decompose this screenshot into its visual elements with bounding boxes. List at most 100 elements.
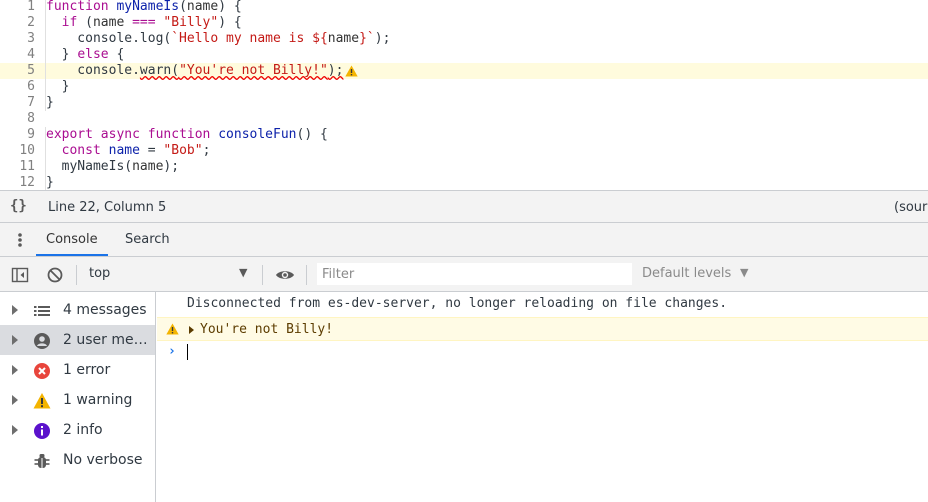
code-token: ); <box>374 31 391 46</box>
drawer-tab-bar: Console Search <box>0 223 928 257</box>
line-number[interactable]: 7 <box>0 95 35 111</box>
code-token: ); <box>327 63 344 78</box>
sidebar-item-user-messages[interactable]: 2 user mes… <box>0 325 155 355</box>
line-number[interactable]: 8 <box>0 111 35 127</box>
code-token: function <box>46 0 109 14</box>
source-map-info[interactable]: (sour <box>894 200 927 215</box>
code-text[interactable]: export async function consoleFun() { <box>45 127 328 143</box>
code-text[interactable]: } <box>45 95 54 111</box>
code-line[interactable]: 1 function myNameIs(name) { <box>0 0 928 15</box>
code-token: const <box>61 143 101 158</box>
message-text: Disconnected from es-dev-server, no long… <box>187 296 728 311</box>
code-token: === <box>132 15 156 30</box>
code-token: consoleFun <box>218 127 297 142</box>
sidebar-toggle-icon[interactable] <box>11 266 29 284</box>
code-token: }` <box>359 31 375 46</box>
code-token: myNameIs <box>116 0 180 14</box>
expand-arrow-icon[interactable] <box>12 365 18 375</box>
code-line[interactable]: 5 console.warn("You're not Billy!"); <box>0 63 928 79</box>
toolbar-divider <box>76 265 77 285</box>
line-number[interactable]: 6 <box>0 79 35 95</box>
code-line[interactable]: 10 const name = "Bob"; <box>0 143 928 159</box>
sidebar-item-label: 1 warning <box>63 392 133 408</box>
code-line[interactable]: 3 console.log(`Hello my name is ${name}`… <box>0 31 928 47</box>
expand-arrow-icon[interactable] <box>12 395 18 405</box>
code-token: () { <box>296 127 328 142</box>
code-line[interactable]: 9 export async function consoleFun() { <box>0 127 928 143</box>
code-token: warn( <box>139 63 180 78</box>
code-line[interactable]: 8 <box>0 111 928 127</box>
code-token: myNameIs( <box>46 159 133 174</box>
console-messages[interactable]: Disconnected from es-dev-server, no long… <box>157 292 928 502</box>
toolbar-divider <box>262 265 263 285</box>
log-levels-dropdown[interactable]: Default levels <box>642 266 731 281</box>
code-line[interactable]: 4 } else { <box>0 47 928 63</box>
expand-arrow-icon[interactable] <box>189 326 194 334</box>
sidebar-item-label: 1 error <box>63 362 111 378</box>
context-selector[interactable]: top <box>89 266 110 281</box>
line-number[interactable]: 11 <box>0 159 35 175</box>
code-line[interactable]: 6 } <box>0 79 928 95</box>
code-token: async <box>100 127 140 142</box>
code-text[interactable]: const name = "Bob"; <box>45 143 210 159</box>
code-text[interactable]: myNameIs(name); <box>45 159 179 175</box>
code-token: "Bob" <box>163 143 203 158</box>
clear-console-icon[interactable] <box>46 266 64 284</box>
code-line[interactable]: 11 myNameIs(name); <box>0 159 928 175</box>
code-token: ) { <box>218 15 242 30</box>
code-token: = <box>139 143 164 158</box>
code-text[interactable]: } <box>45 79 69 95</box>
sidebar-item-info[interactable]: 2 info <box>0 415 155 445</box>
code-token: if <box>61 15 78 30</box>
code-line[interactable]: 2 if (name === "Billy") { <box>0 15 928 31</box>
more-options-icon[interactable] <box>13 231 27 249</box>
sidebar-item-verbose[interactable]: No verbose <box>0 445 155 475</box>
eye-icon[interactable] <box>275 266 295 284</box>
sidebar-item-warnings[interactable]: 1 warning <box>0 385 155 415</box>
warning-icon[interactable] <box>345 65 359 77</box>
chevron-down-icon[interactable]: ▼ <box>239 266 247 279</box>
line-number[interactable]: 3 <box>0 31 35 47</box>
expand-arrow-icon[interactable] <box>12 425 18 435</box>
tab-console[interactable]: Console <box>36 223 108 256</box>
code-token: } <box>46 47 78 62</box>
filter-input[interactable] <box>317 263 632 285</box>
console-toolbar: top ▼ Default levels ▼ <box>0 257 928 292</box>
code-line[interactable]: 7} <box>0 95 928 111</box>
sidebar-item-errors[interactable]: 1 error <box>0 355 155 385</box>
bug-icon <box>34 454 50 468</box>
code-editor[interactable]: 1 function myNameIs(name) {2 if (name ===… <box>0 0 928 190</box>
tab-search[interactable]: Search <box>115 223 180 256</box>
line-number[interactable]: 10 <box>0 143 35 159</box>
prompt-chevron-icon: › <box>168 344 176 359</box>
line-number[interactable]: 12 <box>0 175 35 190</box>
console-message-info[interactable]: Disconnected from es-dev-server, no long… <box>157 296 928 316</box>
sidebar-item-messages[interactable]: 4 messages <box>0 295 155 325</box>
code-line[interactable]: 12} <box>0 175 928 190</box>
code-text[interactable]: console.log(`Hello my name is ${name}`); <box>45 31 390 47</box>
chevron-down-icon[interactable]: ▼ <box>740 266 748 279</box>
code-text[interactable]: } else { <box>45 47 124 63</box>
line-number[interactable]: 1 <box>0 0 35 15</box>
line-number[interactable]: 5 <box>0 63 35 79</box>
code-text[interactable]: console.warn("You're not Billy!"); <box>45 63 359 79</box>
code-token: } <box>46 79 70 94</box>
expand-arrow-icon[interactable] <box>12 305 18 315</box>
code-text[interactable]: if (name === "Billy") { <box>45 15 242 31</box>
line-number[interactable]: 2 <box>0 15 35 31</box>
expand-arrow-icon[interactable] <box>12 335 18 345</box>
sidebar-item-label: 2 user mes… <box>63 332 153 348</box>
code-token: ) { <box>218 0 242 14</box>
code-token: name <box>186 0 219 14</box>
code-text[interactable]: } <box>45 175 54 190</box>
console-prompt[interactable]: › <box>157 344 928 364</box>
pretty-print-button[interactable]: {} <box>10 198 27 214</box>
list-icon <box>34 306 50 316</box>
line-number[interactable]: 4 <box>0 47 35 63</box>
code-text[interactable]: function myNameIs(name) { <box>45 0 242 15</box>
console-message-warning[interactable]: You're not Billy! <box>157 317 928 341</box>
line-number[interactable]: 9 <box>0 127 35 143</box>
